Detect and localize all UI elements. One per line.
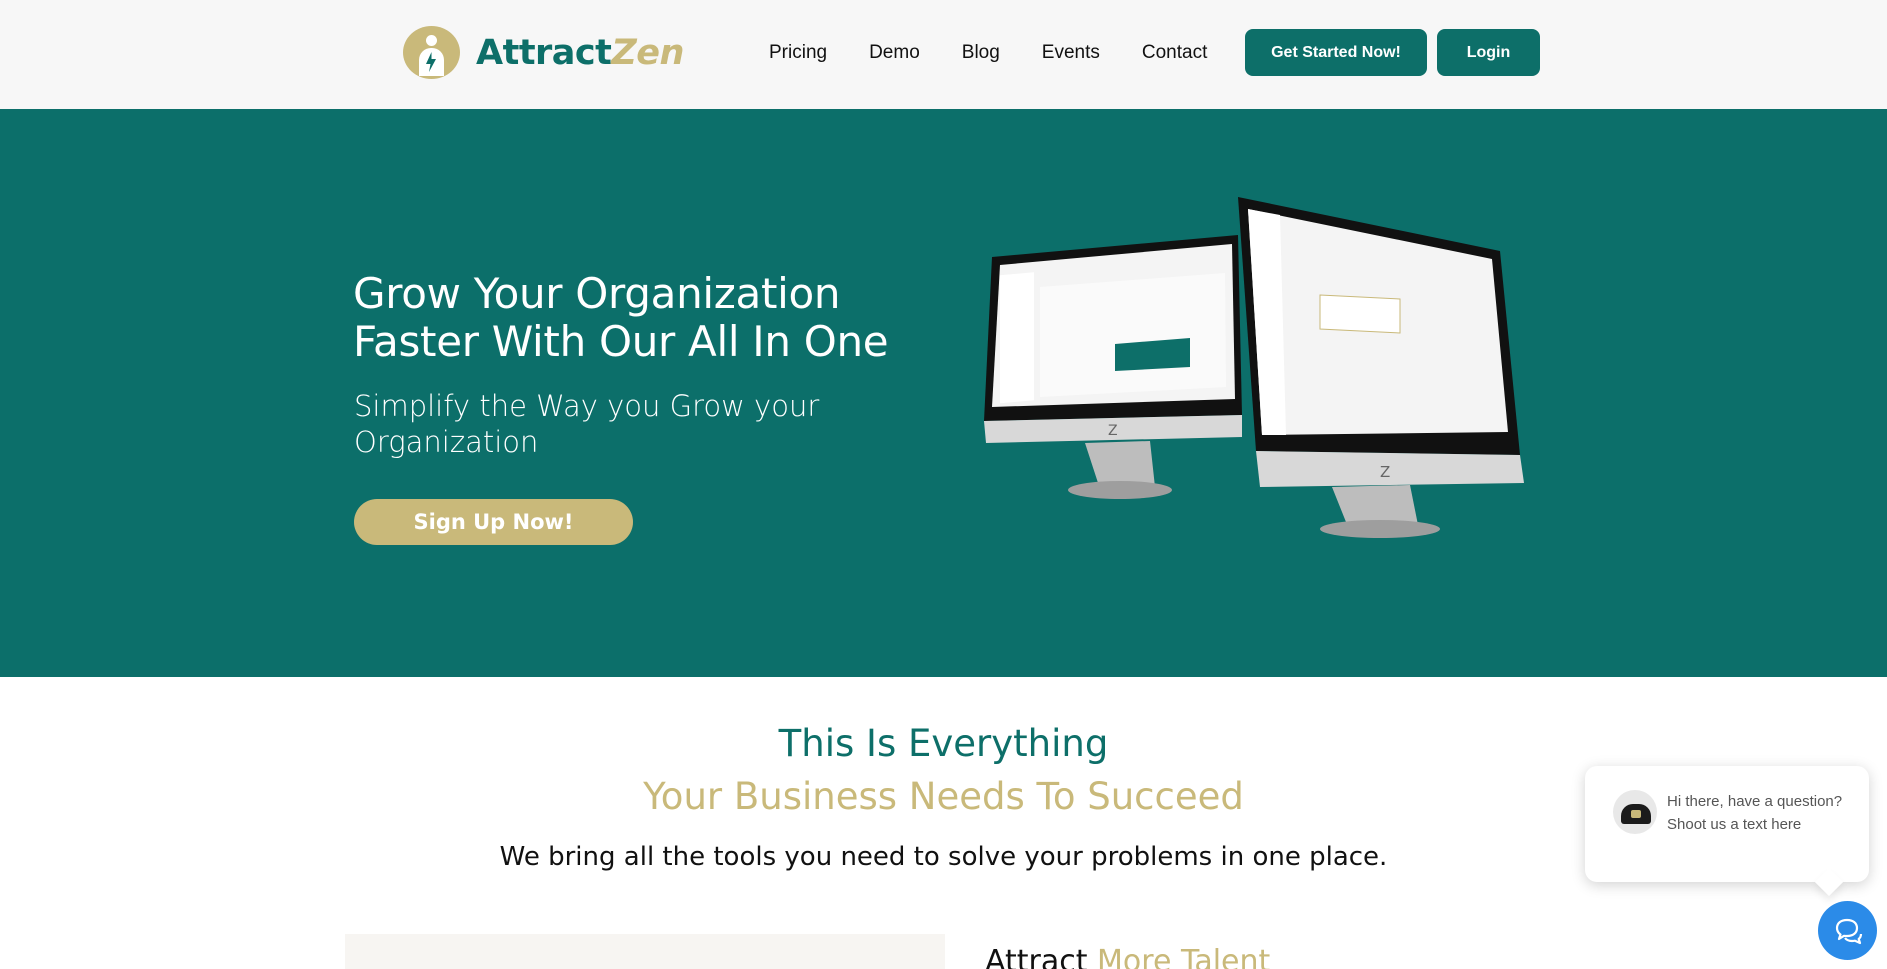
- chat-icon: [1835, 918, 1862, 944]
- section-title-line1: This Is Everything: [778, 722, 1109, 765]
- monitor-left: Z: [984, 235, 1242, 499]
- monitor-right: Z: [1238, 197, 1524, 538]
- nav-contact[interactable]: Contact: [1142, 42, 1207, 64]
- feature-title-more-talent: More Talent: [1097, 944, 1271, 969]
- sign-up-button[interactable]: Sign Up Now!: [354, 499, 633, 545]
- feature-title: Attract More Talent: [985, 944, 1270, 969]
- site-header: AttractZen Pricing Demo Blog Events Cont…: [0, 0, 1887, 109]
- svg-text:Z: Z: [1380, 463, 1390, 481]
- hero-title: Grow Your Organization Faster With Our A…: [353, 269, 889, 366]
- logo-text-zen: Zen: [611, 32, 684, 73]
- nav-blog[interactable]: Blog: [962, 42, 1000, 64]
- agent-avatar: [1613, 790, 1657, 834]
- get-started-button[interactable]: Get Started Now!: [1245, 29, 1427, 76]
- chat-message: Hi there, have a question? Shoot us a te…: [1667, 793, 1843, 833]
- login-button[interactable]: Login: [1437, 29, 1540, 76]
- logo-text-attract: Attract: [476, 32, 612, 73]
- svg-text:Z: Z: [1108, 423, 1118, 439]
- feature-title-attract: Attract: [985, 944, 1088, 969]
- hero-section: Grow Your Organization Faster With Our A…: [0, 109, 1887, 677]
- monitors-illustration: Z Z: [984, 197, 1524, 538]
- feature-image-placeholder: [345, 934, 945, 969]
- brand-logo[interactable]: AttractZen: [403, 26, 684, 79]
- main-nav: Pricing Demo Blog Events Contact: [769, 42, 1249, 64]
- hero-subtitle: Simplify the Way you Grow your Organizat…: [354, 389, 820, 459]
- nav-events[interactable]: Events: [1042, 42, 1100, 64]
- chat-popup[interactable]: Hi there, have a question? Shoot us a te…: [1585, 766, 1869, 882]
- nav-demo[interactable]: Demo: [869, 42, 920, 64]
- logo-wordmark: AttractZen: [476, 33, 684, 73]
- chat-launcher-button[interactable]: [1818, 901, 1877, 960]
- logo-icon: [403, 26, 460, 79]
- nav-pricing[interactable]: Pricing: [769, 42, 827, 64]
